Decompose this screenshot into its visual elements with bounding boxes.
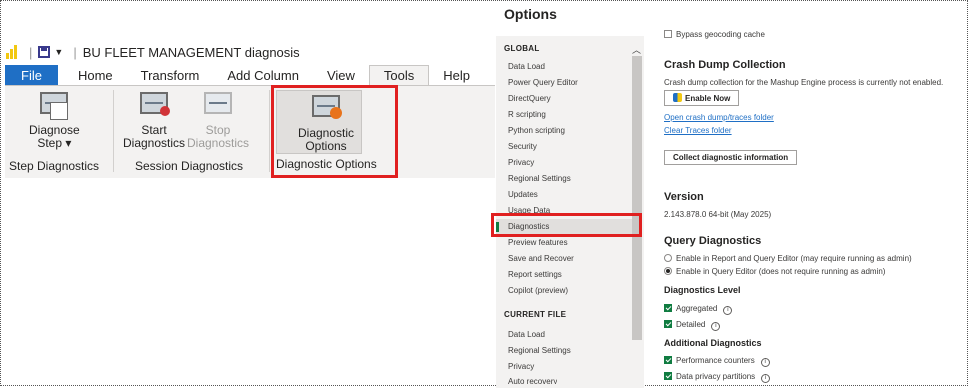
performance-counters-checkbox[interactable] [664,356,672,364]
monitor-icon [204,92,233,114]
stop-label-line2: Diagnostics [187,136,250,150]
performance-counters-label: Performance counters [676,356,755,365]
nav-item-privacy[interactable]: Privacy [508,158,534,167]
diagnostics-level-heading: Diagnostics Level [664,285,741,295]
version-heading: Version [664,191,704,203]
version-value: 2.143.878.0 64-bit (May 2025) [664,210,772,219]
open-crash-dump-folder-link[interactable]: Open crash dump/traces folder [664,113,774,122]
nav-item-current-data-load[interactable]: Data Load [508,330,545,339]
nav-item-report-settings[interactable]: Report settings [508,270,562,279]
bypass-geocoding-checkbox[interactable] [664,30,672,38]
group-label-step-diagnostics: Step Diagnostics [9,159,100,173]
radio-report-label: Enable in Report and Query Editor (may r… [676,254,912,263]
nav-item-security[interactable]: Security [508,142,537,151]
info-icon[interactable]: i [711,322,721,331]
group-session-diagnostics: Start Diagnostics Stop Diagnostics Sessi… [117,86,267,178]
scroll-up-icon[interactable]: ︿ [632,43,641,56]
quick-access-dropdown-icon[interactable]: ▼ [54,47,63,57]
aggregated-checkbox[interactable] [664,304,672,312]
tab-add-column[interactable]: Add Column [213,65,313,85]
start-diagnostics-icon [136,92,172,118]
nav-section-current-file: CURRENT FILE [504,310,567,319]
enable-now-label: Enable Now [685,94,731,103]
ribbon-tabs: File Home Transform Add Column View Tool… [5,65,495,85]
stop-diagnostics-icon [200,92,236,118]
group-divider [113,90,114,172]
start-label-line2: Diagnostics [123,136,186,150]
detailed-option[interactable]: Detailed i [664,320,721,331]
tab-transform[interactable]: Transform [127,65,214,85]
title-separator: | [29,44,33,60]
record-icon [160,106,171,116]
title-separator: | [73,44,77,60]
radio-report-and-query-editor[interactable]: Enable in Report and Query Editor (may r… [664,254,912,263]
data-privacy-partitions-checkbox[interactable] [664,372,672,380]
nav-item-regional-settings[interactable]: Regional Settings [508,174,571,183]
stop-diagnostics-button[interactable]: Stop Diagnostics [187,92,249,150]
tab-help[interactable]: Help [429,65,484,85]
diagnose-step-icon [36,92,72,120]
info-icon[interactable]: i [760,358,770,367]
radio-button-selected[interactable] [664,267,672,275]
detailed-checkbox[interactable] [664,320,672,328]
aggregated-label: Aggregated [676,304,718,313]
diagnose-step-button[interactable]: Diagnose Step ▾ [29,92,80,150]
ribbon-tools-panel: Diagnose Step ▾ Step Diagnostics Start D… [5,85,495,178]
data-privacy-partitions-option[interactable]: Data privacy partitions i [664,372,771,383]
enable-now-button[interactable]: Enable Now [664,90,740,106]
tab-home[interactable]: Home [64,65,127,85]
clear-traces-folder-link[interactable]: Clear Traces folder [664,126,732,135]
group-step-diagnostics: Diagnose Step ▾ Step Diagnostics [5,86,111,178]
group-divider [269,90,270,172]
nav-item-data-load[interactable]: Data Load [508,62,545,71]
nav-section-global: GLOBAL [504,44,540,53]
query-diagnostics-heading: Query Diagnostics [664,235,762,247]
nav-scrollbar[interactable] [632,56,642,340]
tab-view[interactable]: View [313,65,369,85]
nav-item-current-privacy[interactable]: Privacy [508,362,534,371]
bypass-geocoding-option[interactable]: Bypass geocoding cache [664,30,765,39]
nav-item-python-scripting[interactable]: Python scripting [508,126,565,135]
crash-dump-status-text: Crash dump collection for the Mashup Eng… [664,78,944,87]
nav-item-save-and-recover[interactable]: Save and Recover [508,254,574,263]
nav-item-copilot[interactable]: Copilot (preview) [508,286,568,295]
nav-item-directquery[interactable]: DirectQuery [508,94,551,103]
data-privacy-partitions-label: Data privacy partitions [676,372,756,381]
save-icon[interactable] [38,46,51,58]
title-bar: | ▼ | BU FLEET MANAGEMENT diagnosis [6,42,300,62]
document-title: BU FLEET MANAGEMENT diagnosis [82,44,300,60]
radio-query-editor-label: Enable in Query Editor (does not require… [676,267,886,276]
nav-item-current-auto-recovery[interactable]: Auto recovery [508,377,557,384]
start-diagnostics-button[interactable]: Start Diagnostics [123,92,185,150]
options-nav-panel: GLOBAL Data Load Power Query Editor Dire… [496,36,644,388]
nav-item-current-regional-settings[interactable]: Regional Settings [508,346,571,355]
aggregated-option[interactable]: Aggregated i [664,304,733,315]
tab-file[interactable]: File [5,65,58,85]
bypass-geocoding-label: Bypass geocoding cache [676,30,765,39]
performance-counters-option[interactable]: Performance counters i [664,356,770,367]
radio-button[interactable] [664,254,672,262]
highlight-diagnostics-nav [491,213,642,237]
nav-item-r-scripting[interactable]: R scripting [508,110,546,119]
uac-shield-icon [673,93,682,102]
additional-diagnostics-heading: Additional Diagnostics [664,338,762,348]
detailed-label: Detailed [676,320,706,329]
collect-diagnostic-info-button[interactable]: Collect diagnostic information [664,150,798,165]
nav-item-updates[interactable]: Updates [508,190,538,199]
document-icon [50,102,69,120]
nav-item-preview-features[interactable]: Preview features [508,238,568,247]
nav-item-power-query-editor[interactable]: Power Query Editor [508,78,578,87]
info-icon[interactable]: i [761,374,771,383]
highlight-diagnostic-options [271,85,398,178]
tab-tools[interactable]: Tools [368,65,430,85]
crash-dump-heading: Crash Dump Collection [664,59,786,71]
diagnose-step-label-line2: Step ▾ [37,136,72,150]
info-icon[interactable]: i [723,306,733,315]
options-dialog-title: Options [504,6,557,22]
group-label-session-diagnostics: Session Diagnostics [135,159,244,173]
power-bi-logo-icon [6,45,17,59]
radio-query-editor-only[interactable]: Enable in Query Editor (does not require… [664,267,885,276]
